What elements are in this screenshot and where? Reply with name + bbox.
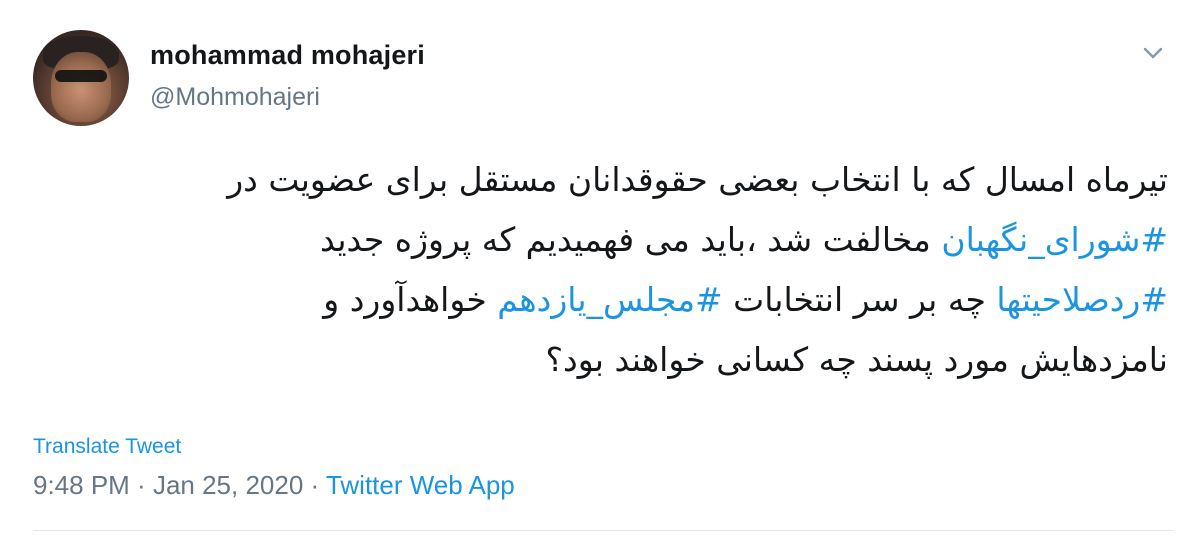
hashtag-link[interactable]: #مجلس_یازدهم: [497, 280, 722, 319]
meta-separator: ·: [129, 470, 153, 500]
tweet-line: #شورای_نگهبان مخالفت شد ،باید می فهمیدیم…: [88, 210, 1168, 270]
tweet-date[interactable]: Jan 25, 2020: [153, 470, 303, 500]
tweet-line: نامزدهایش مورد پسند چه کسانی خواهند بود؟: [545, 340, 1168, 379]
avatar[interactable]: [33, 30, 129, 126]
hashtag-link[interactable]: #ردصلاحیتها: [996, 280, 1168, 319]
tweet-card: mohammad mohajeri @Mohmohajeri تیرماه ام…: [0, 0, 1200, 537]
display-name[interactable]: mohammad mohajeri: [150, 40, 425, 71]
tweet-line: تیرماه امسال که با انتخاب بعضی حقوقدانان…: [227, 160, 1168, 199]
meta-separator: ·: [303, 470, 326, 500]
tweet-text-segment: چه بر سر انتخابات: [722, 280, 997, 319]
tweet-text: تیرماه امسال که با انتخاب بعضی حقوقدانان…: [88, 150, 1168, 390]
tweet-line: #ردصلاحیتها چه بر سر انتخابات #مجلس_یازد…: [88, 270, 1168, 330]
tweet-time[interactable]: 9:48 PM: [33, 470, 130, 500]
user-handle[interactable]: @Mohmohajeri: [150, 83, 320, 112]
tweet-text-segment: خواهدآورد و: [323, 280, 498, 319]
tweet-text-segment: مخالفت شد ،باید می فهمیدیم که پروژه جدید: [320, 220, 942, 259]
translate-tweet-link[interactable]: Translate Tweet: [33, 435, 181, 459]
avatar-face: [51, 52, 111, 122]
avatar-glasses: [55, 70, 107, 82]
chevron-down-icon[interactable]: [1138, 38, 1168, 68]
divider: [33, 530, 1173, 531]
tweet-source-link[interactable]: Twitter Web App: [326, 470, 515, 500]
hashtag-link[interactable]: #شورای_نگهبان: [941, 220, 1168, 259]
tweet-meta: 9:48 PM · Jan 25, 2020 · Twitter Web App: [33, 470, 515, 501]
